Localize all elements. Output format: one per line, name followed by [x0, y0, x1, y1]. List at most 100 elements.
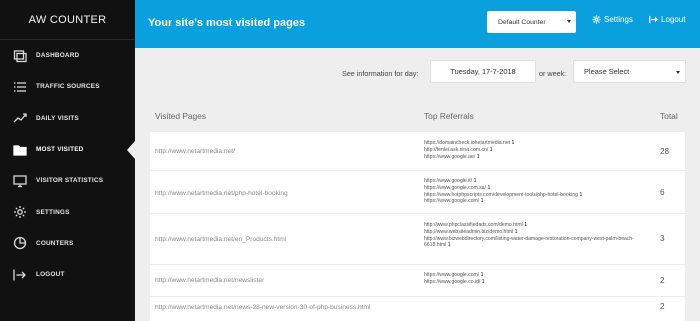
- referral-item: https://www.google.com/ 1: [424, 272, 652, 279]
- referral-item: http://fenlei.ask.sina.com.cn/ 1: [424, 147, 652, 154]
- referral-item: http://www.websiteadmin.biz/demo.html 1: [424, 229, 652, 236]
- monitor-icon: [13, 174, 27, 188]
- referral-item: https://www.google.co.id/ 1: [424, 279, 652, 286]
- row-total: 2: [660, 276, 665, 285]
- sidebar-item-label: LOGOUT: [36, 271, 65, 279]
- sidebar-item-label: VISITOR STATISTICS: [36, 177, 104, 185]
- list-icon: [13, 80, 27, 94]
- week-filter-label: or week:: [539, 69, 567, 78]
- referral-item: https://www.google.it/ 1: [424, 178, 652, 185]
- sidebar-item-traffic-sources[interactable]: TRAFFIC SOURCES: [0, 71, 135, 102]
- sidebar-item-label: COUNTERS: [36, 239, 74, 247]
- referral-list: https://www.google.it/ 1 https://www.goo…: [424, 178, 652, 205]
- counter-select[interactable]: Default Counter: [487, 11, 576, 33]
- logout-label: Logout: [661, 15, 686, 24]
- settings-link[interactable]: Settings: [592, 15, 633, 24]
- visited-page-link[interactable]: http://www.netartmedia.net/php-hotel-boo…: [155, 190, 288, 197]
- sidebar-item-dashboard[interactable]: DASHBOARD: [0, 40, 135, 71]
- referral-count: 1: [489, 146, 493, 153]
- week-select-value: Please Select: [584, 67, 630, 76]
- referral-url[interactable]: https://www.hotphpscripts.com/developmen…: [424, 192, 578, 198]
- visited-page-link[interactable]: http://www.netartmedia.net/news-28-new-v…: [155, 304, 371, 311]
- sidebar-item-visitor-statistics[interactable]: VISITOR STATISTICS: [0, 165, 135, 196]
- referral-url[interactable]: https://www.google.com/: [424, 198, 479, 204]
- chevron-down-icon: [676, 71, 680, 74]
- referral-count: 1: [473, 178, 477, 184]
- logout-link[interactable]: Logout: [649, 15, 685, 24]
- sidebar-item-logout[interactable]: LOGOUT: [0, 259, 135, 290]
- referral-list: http://www.phpclassifiedads.com/demo.htm…: [424, 222, 652, 249]
- referral-list: https://domaincheck.iohetartmedia.net 1 …: [424, 140, 652, 160]
- sidebar-item-label: SETTINGS: [36, 208, 70, 216]
- referral-url[interactable]: https://domaincheck.iohetartmedia.net: [424, 140, 510, 146]
- row-total: 2: [660, 302, 665, 311]
- referral-url[interactable]: http://www.phpclassifiedads.com/demo.htm…: [424, 222, 523, 228]
- sidebar-item-daily-visits[interactable]: DAILY VISITS: [0, 103, 135, 134]
- sidebar-item-settings[interactable]: SETTINGS: [0, 196, 135, 227]
- folder-icon: [13, 143, 27, 157]
- sidebar: AW COUNTER DASHBOARD TRAFFIC SOURCES DAI…: [0, 0, 135, 321]
- sidebar-item-most-visited[interactable]: MOST VISITED: [0, 134, 135, 165]
- referral-count: 1: [476, 153, 480, 160]
- column-header-visited-pages: Visited Pages: [155, 111, 207, 121]
- visited-page-link[interactable]: http://www.netartmedia.net/newslister: [155, 277, 264, 284]
- referral-url[interactable]: https://www.google.com/: [424, 272, 479, 278]
- referral-item: https://www.google.ae/ 1: [424, 154, 652, 161]
- day-filter-label: See information for day:: [342, 69, 419, 78]
- row-total: 28: [660, 147, 670, 156]
- table-header: Visited Pages Top Referrals Total: [150, 100, 685, 131]
- referral-count: 1: [480, 198, 484, 205]
- row-total: 3: [660, 234, 665, 243]
- referral-count: 1: [524, 222, 528, 228]
- page-title: Your site's most visited pages: [148, 17, 306, 29]
- gear-icon: [592, 15, 601, 24]
- sidebar-item-label: DAILY VISITS: [36, 114, 79, 122]
- referral-count: 1: [579, 191, 583, 198]
- visited-page-link[interactable]: http://www.netartmedia.net/en_Products.h…: [155, 236, 286, 243]
- table-row: http://www.netartmedia.net/ https://doma…: [150, 131, 685, 170]
- sidebar-item-counters[interactable]: COUNTERS: [0, 228, 135, 259]
- settings-label: Settings: [604, 15, 633, 24]
- referral-url[interactable]: http://www.websiteadmin.biz/demo.html: [424, 229, 513, 235]
- chevron-down-icon: [567, 20, 571, 23]
- top-header: Your site's most visited pages Default C…: [135, 0, 700, 48]
- referral-count: 1: [447, 242, 451, 249]
- referral-count: 1: [511, 140, 515, 146]
- sidebar-item-label: TRAFFIC SOURCES: [36, 83, 100, 91]
- referral-item: http://www.bizwebdirectory.com/listing-w…: [424, 236, 652, 250]
- table-row: http://www.netartmedia.net/php-hotel-boo…: [150, 170, 685, 213]
- row-total: 6: [660, 188, 665, 197]
- referral-url[interactable]: https://www.google.it/: [424, 178, 472, 184]
- referral-count: 1: [481, 278, 485, 285]
- pie-icon: [13, 236, 27, 250]
- referral-list: https://www.google.com/ 1 https://www.go…: [424, 272, 652, 286]
- logout-icon: [649, 15, 658, 24]
- dashboard-icon: [13, 49, 27, 63]
- referral-url[interactable]: https://www.google.com.sa/: [424, 185, 486, 191]
- referral-item: http://www.phpclassifiedads.com/demo.htm…: [424, 222, 652, 229]
- referral-item: https://www.google.com.sa/ 1: [424, 185, 652, 192]
- referral-item: https://www.google.com/ 1: [424, 198, 652, 205]
- week-select[interactable]: Please Select: [573, 60, 686, 83]
- column-header-top-referrals: Top Referrals: [424, 111, 474, 121]
- sidebar-item-label: MOST VISITED: [36, 146, 84, 154]
- sidebar-item-label: DASHBOARD: [36, 52, 80, 60]
- most-visited-table: Visited Pages Top Referrals Total http:/…: [150, 100, 685, 321]
- referral-count: 1: [514, 228, 518, 235]
- table-row: http://www.netartmedia.net/newslister ht…: [150, 264, 685, 296]
- referral-item: https://www.hotphpscripts.com/developmen…: [424, 192, 652, 199]
- day-date-input[interactable]: Tuesday, 17-7-2018: [430, 60, 536, 83]
- visited-page-link[interactable]: http://www.netartmedia.net/: [155, 148, 235, 155]
- referral-item: https://domaincheck.iohetartmedia.net 1: [424, 140, 652, 147]
- referral-count: 1: [487, 184, 491, 191]
- referral-url[interactable]: https://www.google.ae/: [424, 154, 475, 160]
- day-date-value: Tuesday, 17-7-2018: [450, 67, 516, 76]
- table-row: http://www.netartmedia.net/news-28-new-v…: [150, 296, 685, 321]
- table-row: http://www.netartmedia.net/en_Products.h…: [150, 213, 685, 264]
- referral-url[interactable]: http://www.bizwebdirectory.com/listing-w…: [424, 236, 634, 249]
- trend-icon: [13, 111, 27, 125]
- referral-url[interactable]: http://fenlei.ask.sina.com.cn/: [424, 147, 488, 153]
- referral-url[interactable]: https://www.google.co.id/: [424, 279, 480, 285]
- gear-icon: [13, 205, 27, 219]
- referral-count: 1: [480, 272, 484, 278]
